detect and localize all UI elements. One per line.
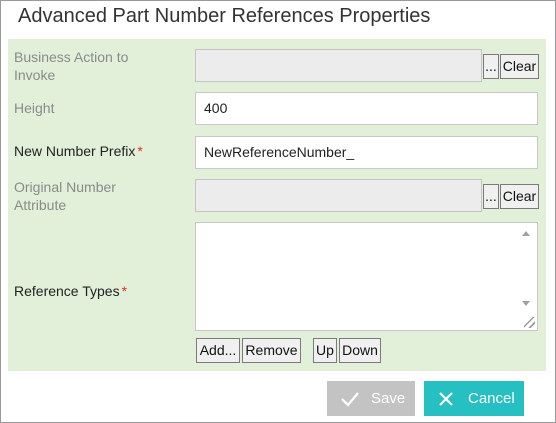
save-button[interactable]: Save [327, 381, 415, 416]
move-down-button[interactable]: Down [339, 338, 381, 363]
scroll-down-arrow-icon[interactable] [522, 301, 530, 306]
checkmark-icon [341, 392, 359, 407]
business-action-label: Business Action to Invoke [14, 48, 128, 84]
required-marker: * [137, 143, 143, 159]
resize-grip-icon[interactable] [524, 317, 535, 328]
business-action-browse-button[interactable]: ... [483, 54, 499, 79]
original-number-attribute-label: Original Number Attribute [14, 178, 116, 214]
business-action-label-line2: Invoke [14, 67, 56, 83]
dialog-title: Advanced Part Number References Properti… [18, 5, 431, 27]
properties-form: Business Action to Invoke ... Clear Heig… [8, 39, 546, 371]
required-marker: * [121, 283, 128, 299]
original-number-attribute-field[interactable] [195, 179, 482, 212]
original-number-attribute-label-line1: Original Number [14, 179, 116, 195]
reference-types-label-text: Reference Types [14, 283, 120, 299]
move-up-button[interactable]: Up [313, 338, 337, 363]
original-number-attribute-label-line2: Attribute [14, 197, 67, 213]
height-input[interactable]: 400 [195, 92, 538, 125]
cancel-button-label: Cancel [468, 390, 515, 407]
original-number-attribute-browse-button[interactable]: ... [483, 184, 499, 209]
business-action-clear-button[interactable]: Clear [500, 54, 539, 79]
close-icon [439, 392, 453, 406]
business-action-field[interactable] [195, 49, 482, 82]
original-number-attribute-clear-button[interactable]: Clear [500, 184, 539, 209]
business-action-label-line1: Business Action to [14, 49, 129, 65]
new-number-prefix-label-text: New Number Prefix [14, 143, 136, 159]
height-label: Height [14, 100, 55, 116]
scroll-up-arrow-icon[interactable] [522, 231, 530, 236]
cancel-button[interactable]: Cancel [424, 381, 524, 416]
remove-reference-type-button[interactable]: Remove [242, 338, 301, 363]
properties-dialog: Advanced Part Number References Properti… [0, 0, 556, 423]
reference-types-label: Reference Types * [14, 282, 127, 300]
add-reference-type-button[interactable]: Add... [196, 338, 240, 363]
save-button-label: Save [371, 390, 406, 407]
reference-types-list[interactable] [195, 222, 538, 331]
new-number-prefix-label: New Number Prefix * [14, 142, 143, 160]
new-number-prefix-input[interactable]: NewReferenceNumber_ [195, 136, 538, 169]
